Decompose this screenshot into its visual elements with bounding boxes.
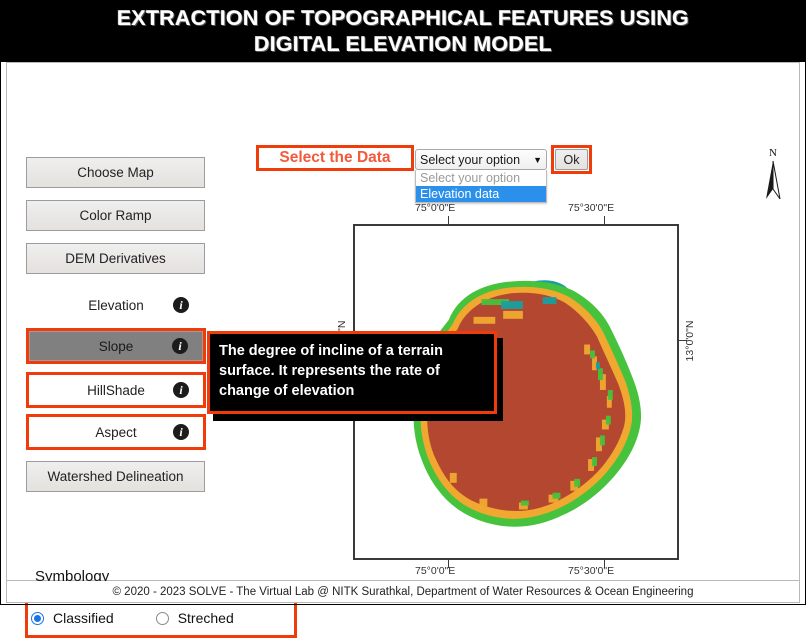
map-tick-top-2 xyxy=(604,216,605,224)
footer: © 2020 - 2023 SOLVE - The Virtual Lab @ … xyxy=(6,581,800,603)
tooltip-slope-description: The degree of incline of a terrain surfa… xyxy=(207,331,497,414)
info-icon: i xyxy=(173,382,189,398)
symbology-options[interactable]: Classified Streched xyxy=(31,604,291,632)
info-icon-aspect[interactable]: i xyxy=(173,424,189,440)
chevron-down-icon: ▼ xyxy=(533,154,542,165)
choose-map-button[interactable]: Choose Map xyxy=(26,157,205,188)
map-tick-label-top-2: 75°30'0"E xyxy=(568,202,615,214)
derivative-label-slope: Slope xyxy=(98,338,134,354)
dropdown-option-placeholder[interactable]: Select your option xyxy=(416,170,546,186)
application-window: EXTRACTION OF TOPOGRAPHICAL FEATURES USI… xyxy=(0,0,806,638)
map-tick-label-right-1: 13°0'0"N xyxy=(684,320,696,362)
radio-classified[interactable]: Classified xyxy=(31,610,114,626)
data-dropdown-options[interactable]: Select your option Elevation data xyxy=(415,170,547,203)
data-dropdown-trigger[interactable]: Select your option ▼ xyxy=(415,149,547,170)
ok-button[interactable]: Ok xyxy=(555,149,588,170)
derivative-row-elevation[interactable]: Elevation i xyxy=(29,290,203,320)
derivative-label-hillshade: HillShade xyxy=(87,382,145,398)
info-icon: i xyxy=(173,297,189,313)
info-icon: i xyxy=(172,338,188,354)
color-ramp-button[interactable]: Color Ramp xyxy=(26,200,205,231)
page-title-line1: EXTRACTION OF TOPOGRAPHICAL FEATURES USI… xyxy=(116,6,690,30)
north-arrow-icon xyxy=(766,160,781,200)
map-tick-label-top-1: 75°0'0"E xyxy=(415,202,456,214)
dem-derivatives-button[interactable]: DEM Derivatives xyxy=(26,243,205,274)
map-tick-label-bottom-1: 75°0'0"E xyxy=(415,565,456,577)
dropdown-option-elevation-data[interactable]: Elevation data xyxy=(416,186,546,202)
main-content-panel: Choose Map Color Ramp DEM Derivatives El… xyxy=(6,62,800,638)
watershed-delineation-button[interactable]: Watershed Delineation xyxy=(26,461,205,492)
data-dropdown[interactable]: Select your option ▼ Select your option … xyxy=(415,149,547,203)
page-title: EXTRACTION OF TOPOGRAPHICAL FEATURES USI… xyxy=(0,0,806,62)
info-icon-elevation[interactable]: i xyxy=(173,297,189,313)
select-data-label: Select the Data xyxy=(256,145,414,171)
info-icon-hillshade[interactable]: i xyxy=(173,382,189,398)
derivative-row-aspect[interactable]: Aspect i xyxy=(29,417,203,447)
derivative-label-aspect: Aspect xyxy=(95,424,137,440)
north-arrow-label: N xyxy=(769,147,777,159)
footer-text: © 2020 - 2023 SOLVE - The Virtual Lab @ … xyxy=(112,585,694,598)
radio-streched-indicator[interactable] xyxy=(155,611,169,625)
data-dropdown-value: Select your option xyxy=(420,152,521,167)
radio-classified-indicator[interactable] xyxy=(31,611,44,625)
map-tick-top-1 xyxy=(448,216,449,224)
radio-streched-label: Streched xyxy=(177,610,234,626)
page-title-line2: DIGITAL ELEVATION MODEL xyxy=(253,32,553,56)
north-arrow: N xyxy=(759,147,787,207)
derivative-row-hillshade[interactable]: HillShade i xyxy=(29,375,203,405)
info-icon-slope[interactable]: i xyxy=(172,338,188,354)
map-tick-label-bottom-2: 75°30'0"E xyxy=(568,565,615,577)
info-icon: i xyxy=(173,424,189,440)
radio-streched[interactable]: Streched xyxy=(155,610,234,626)
radio-classified-label: Classified xyxy=(53,610,114,626)
derivative-label-elevation: Elevation xyxy=(88,297,144,313)
derivative-row-slope[interactable]: Slope i xyxy=(29,331,203,361)
